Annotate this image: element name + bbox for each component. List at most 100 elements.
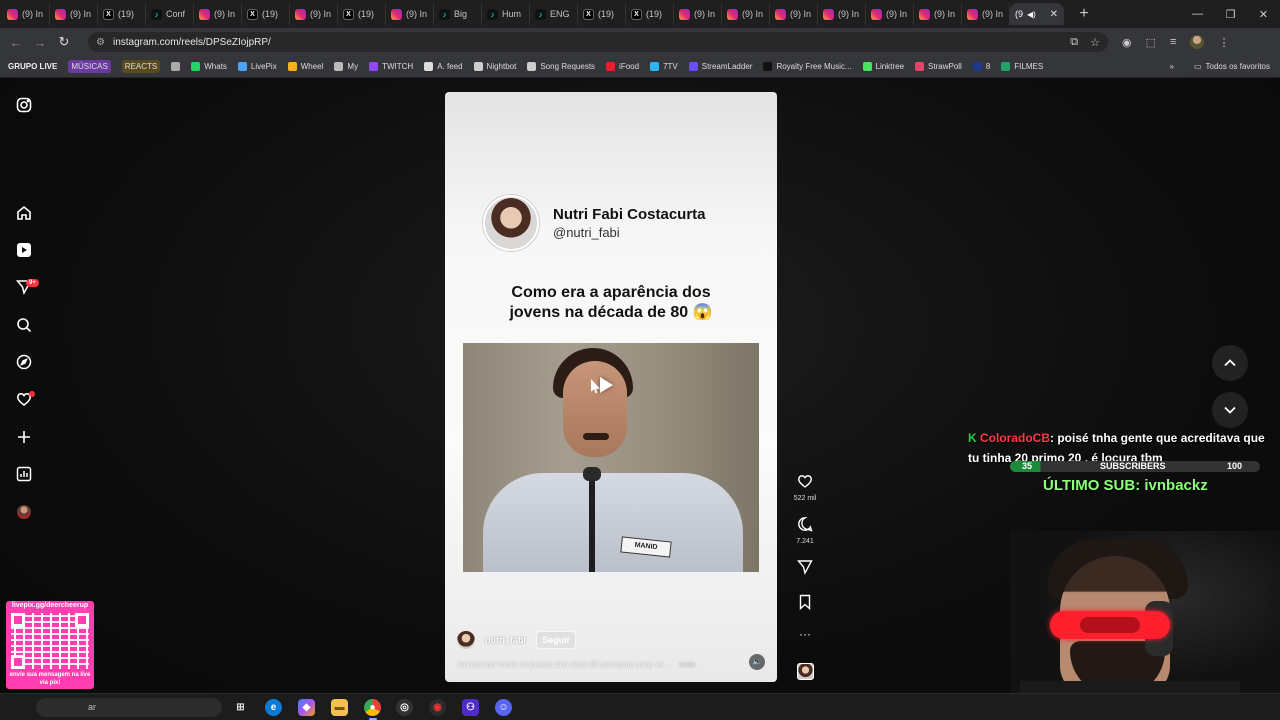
restore-icon[interactable]: ❐ bbox=[1214, 8, 1247, 21]
browser-tab[interactable]: (9) In bbox=[386, 3, 434, 25]
browser-tab[interactable]: ♪ Hum bbox=[482, 3, 530, 25]
home-icon[interactable] bbox=[16, 205, 32, 221]
media-controls-icon[interactable]: ≡ bbox=[1170, 36, 1176, 48]
bookmark-item[interactable]: REACTS bbox=[121, 60, 161, 73]
bookmark-item[interactable]: iFood bbox=[606, 62, 639, 71]
audio-thumbnail[interactable] bbox=[797, 663, 814, 680]
mute-icon[interactable]: 🔈 bbox=[749, 654, 765, 670]
bookmark-icon[interactable] bbox=[797, 594, 813, 611]
task-view-icon[interactable]: ⊞ bbox=[232, 699, 249, 716]
bookmark-item[interactable]: LivePix bbox=[237, 62, 277, 71]
play-icon[interactable] bbox=[600, 377, 613, 393]
footer-username[interactable]: nutri_fabi bbox=[485, 635, 526, 645]
minimize-icon[interactable]: — bbox=[1181, 8, 1214, 20]
browser-tab[interactable]: (9) In bbox=[770, 3, 818, 25]
new-tab-button[interactable]: + bbox=[1074, 5, 1094, 23]
browser-tab[interactable]: (9) In bbox=[914, 3, 962, 25]
reel-player[interactable]: Nutri Fabi Costacurta @nutri_fabi Como e… bbox=[445, 92, 777, 682]
bookmark-item[interactable]: MÚSICAS bbox=[68, 60, 111, 73]
bookmarks-overflow-icon[interactable]: » bbox=[1170, 62, 1174, 71]
browser-tab[interactable]: (9) In bbox=[722, 3, 770, 25]
bookmark-item[interactable]: GRUPO LIVE bbox=[8, 62, 57, 71]
browser-tab[interactable]: ♪ Conf bbox=[146, 3, 194, 25]
browser-tab[interactable]: (9) In bbox=[674, 3, 722, 25]
bookmark-item[interactable]: StreamLadder bbox=[688, 62, 752, 71]
obs-icon[interactable]: ◎ bbox=[396, 699, 413, 716]
browser-tab[interactable]: (9) In bbox=[866, 3, 914, 25]
back-icon[interactable]: ← bbox=[4, 35, 28, 50]
reel-video-frame[interactable]: MANID bbox=[463, 343, 759, 572]
bookmark-item[interactable]: 7TV bbox=[650, 62, 678, 71]
bookmark-item[interactable]: FILMES bbox=[1001, 62, 1043, 71]
more-options-icon[interactable]: ··· bbox=[790, 627, 820, 641]
share-icon[interactable] bbox=[797, 559, 813, 575]
dashboard-icon[interactable] bbox=[16, 466, 32, 482]
bookmark-item[interactable]: My bbox=[334, 62, 358, 71]
bookmark-item[interactable]: A. feed bbox=[424, 62, 463, 71]
streamlabs-icon[interactable]: ⚇ bbox=[462, 699, 479, 716]
install-app-icon[interactable]: ⧉ bbox=[1070, 36, 1078, 49]
browser-tab[interactable]: ♪ ENG bbox=[530, 3, 578, 25]
edge-icon[interactable]: e bbox=[265, 699, 282, 716]
browser-tab[interactable]: X (19) bbox=[578, 3, 626, 25]
comment-icon[interactable] bbox=[797, 516, 813, 532]
bookmark-item[interactable]: Whats bbox=[191, 62, 227, 71]
recording-app-icon[interactable]: ◉ bbox=[429, 699, 446, 716]
browser-tab[interactable]: X (19) bbox=[98, 3, 146, 25]
taskbar-search[interactable]: ar bbox=[36, 698, 222, 717]
tab-active[interactable]: (9 ◀) ✕ bbox=[1010, 3, 1064, 25]
profile-avatar-sidebar[interactable] bbox=[17, 505, 31, 519]
bookmark-item[interactable]: Linktree bbox=[862, 62, 904, 71]
share-action[interactable] bbox=[790, 559, 820, 580]
close-tab-icon[interactable]: ✕ bbox=[1050, 9, 1058, 20]
bookmark-item[interactable]: StrawPoll bbox=[915, 62, 962, 71]
like-action[interactable]: 522 mil bbox=[790, 473, 820, 502]
explore-icon[interactable] bbox=[16, 354, 32, 370]
create-plus-icon[interactable] bbox=[16, 429, 32, 445]
discord-icon[interactable]: ☺ bbox=[495, 699, 512, 716]
browser-tab[interactable]: (9) In bbox=[50, 3, 98, 25]
speaker-icon[interactable]: ◀) bbox=[1027, 10, 1036, 19]
browser-tab[interactable]: (9) In bbox=[2, 3, 50, 25]
like-heart-icon[interactable] bbox=[797, 473, 813, 489]
browser-tab[interactable]: (9) In bbox=[962, 3, 1010, 25]
bookmark-item[interactable]: Royalty Free Music... bbox=[763, 62, 852, 71]
search-icon[interactable] bbox=[16, 317, 32, 333]
previous-reel-button[interactable] bbox=[1212, 345, 1248, 381]
close-window-icon[interactable]: ✕ bbox=[1247, 8, 1280, 21]
address-bar[interactable]: ⚙ instagram.com/reels/DPSeZIojpRP/ ⧉ ☆ bbox=[88, 32, 1108, 52]
browser-tab[interactable]: ♪ Big bbox=[434, 3, 482, 25]
forward-icon[interactable]: → bbox=[28, 35, 52, 50]
profile-avatar[interactable] bbox=[1190, 35, 1205, 49]
caption-more-link[interactable]: mais bbox=[679, 660, 696, 669]
reload-icon[interactable]: ↻ bbox=[52, 34, 76, 50]
browser-tab[interactable]: X (19) bbox=[242, 3, 290, 25]
browser-tab[interactable]: (9) In bbox=[194, 3, 242, 25]
menu-kebab-icon[interactable]: ⋮ bbox=[1218, 36, 1229, 49]
instagram-logo-icon[interactable] bbox=[16, 97, 32, 113]
bookmark-star-icon[interactable]: ☆ bbox=[1090, 36, 1100, 49]
bookmark-item[interactable]: 8 bbox=[972, 62, 990, 71]
bookmark-item[interactable]: TWITCH bbox=[369, 62, 413, 71]
bookmark-item[interactable]: Nightbot bbox=[473, 62, 516, 71]
bookmark-item[interactable]: Wheel bbox=[287, 62, 323, 71]
save-action[interactable] bbox=[790, 594, 820, 615]
footer-avatar[interactable] bbox=[457, 631, 475, 649]
bookmark-item[interactable] bbox=[171, 62, 181, 71]
follow-button[interactable]: Seguir bbox=[536, 631, 577, 649]
browser-tab[interactable]: X (19) bbox=[338, 3, 386, 25]
file-explorer-icon[interactable]: ▬ bbox=[331, 699, 348, 716]
site-info-icon[interactable]: ⚙ bbox=[96, 37, 105, 48]
extension-icon[interactable]: ◉ bbox=[1122, 36, 1132, 49]
copilot-icon[interactable]: ◆ bbox=[298, 699, 315, 716]
reel-caption[interactable]: Já reparou como os jovens dos anos 80 pa… bbox=[457, 660, 696, 669]
browser-tab[interactable]: (9) In bbox=[818, 3, 866, 25]
bookmark-item[interactable]: Song Requests bbox=[527, 62, 595, 71]
browser-tab[interactable]: (9) In bbox=[290, 3, 338, 25]
browser-tab[interactable]: X (19) bbox=[626, 3, 674, 25]
next-reel-button[interactable] bbox=[1212, 392, 1248, 428]
extensions-puzzle-icon[interactable]: ⬚ bbox=[1146, 36, 1156, 49]
reels-icon[interactable] bbox=[16, 242, 32, 258]
all-bookmarks-folder[interactable]: ▭ Todos os favoritos bbox=[1194, 62, 1270, 71]
comment-action[interactable]: 7.241 bbox=[790, 516, 820, 545]
